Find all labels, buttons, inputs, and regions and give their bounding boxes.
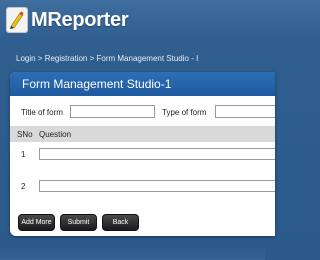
type-of-form-label: Type of form [162,108,207,117]
submit-button[interactable]: Submit [60,214,97,231]
table-row: 2 [10,178,275,200]
row-number: 2 [21,182,26,191]
sno-header: SNo [17,130,33,139]
add-more-button[interactable]: Add More [18,214,55,231]
type-of-form-input[interactable] [215,105,275,118]
breadcrumb: Login > Registration > Form Management S… [16,54,199,63]
form-panel: Form Management Studio-1 Title of form T… [10,72,275,236]
table-row: 1 [10,146,275,168]
app-logo: MReporter [6,7,129,33]
back-button[interactable]: Back [102,214,139,231]
app-header: MReporter [0,0,265,40]
page-title: Form Management Studio-1 [10,72,275,96]
question-header: Question [39,130,72,139]
row-number: 1 [21,150,26,159]
title-of-form-label: Title of form [21,108,63,117]
logo-icon [6,7,28,33]
title-of-form-input[interactable] [70,105,155,118]
form-meta-row: Title of form Type of form [10,104,275,122]
app-name: MReporter [31,8,129,31]
footer-strip [0,246,265,260]
question-input[interactable] [39,180,275,192]
questions-table-header: SNo Question [10,126,275,142]
question-input[interactable] [39,148,275,160]
